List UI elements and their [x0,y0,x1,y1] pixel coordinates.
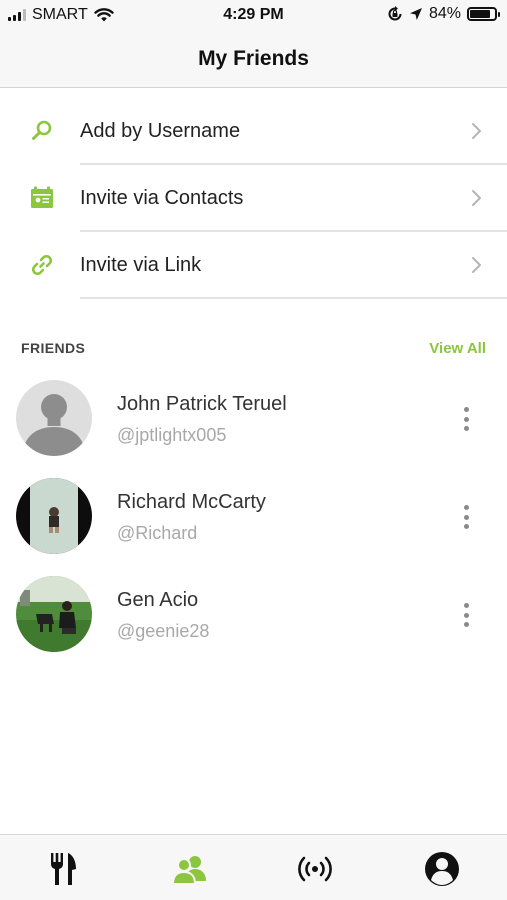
friend-name: John Patrick Teruel [117,393,287,415]
status-right: 84% [387,5,500,23]
friend-row[interactable]: John Patrick Teruel @jptlightx005 [0,380,507,478]
invite-via-link-row[interactable]: Invite via Link [0,232,507,299]
friend-name: Richard McCarty [117,491,266,513]
friend-row[interactable]: Richard McCarty @Richard [0,478,507,576]
friend-handle: @Richard [117,523,198,543]
friend-name: Gen Acio [117,589,199,611]
battery-icon [467,7,500,21]
view-all-link[interactable]: View All [429,340,486,357]
more-options-icon[interactable] [462,505,470,529]
photo-avatar-image [16,576,92,652]
invite-via-contacts-row[interactable]: Invite via Contacts [0,165,507,232]
chevron-right-icon [472,123,481,139]
link-icon [31,254,53,276]
add-by-username-label: Add by Username [80,120,241,142]
chevron-right-icon [472,190,481,206]
section-title: FRIENDS [21,340,86,356]
search-icon [32,120,52,140]
avatar[interactable] [16,478,92,554]
invite-via-link-label: Invite via Link [80,254,202,276]
friend-handle: @jptlightx005 [117,425,227,445]
battery-fill [470,10,491,18]
chevron-right-icon [472,257,481,273]
nav-header: My Friends [0,30,507,88]
friend-handle: @geenie28 [117,621,210,641]
status-bar: SMART 4:29 PM 84% [0,0,507,30]
tab-bar [0,834,507,900]
avatar[interactable] [16,380,92,456]
invite-actions: Add by Username Invite via Contacts Invi… [0,98,507,299]
contacts-icon [31,186,53,208]
more-options-icon[interactable] [462,407,470,431]
avatar[interactable] [16,576,92,652]
orientation-lock-icon [388,6,402,21]
invite-via-contacts-label: Invite via Contacts [80,187,244,209]
photo-avatar-image [16,478,92,554]
more-options-icon[interactable] [462,603,470,627]
fork-knife-icon[interactable] [46,851,82,887]
add-by-username-row[interactable]: Add by Username [0,98,507,165]
location-arrow-icon [409,8,422,20]
default-avatar-icon [16,380,92,456]
page-title: My Friends [198,46,309,70]
friend-row[interactable]: Gen Acio @geenie28 [0,576,507,674]
broadcast-icon[interactable] [297,851,333,887]
divider [80,297,507,299]
profile-icon[interactable] [424,851,460,887]
friends-icon[interactable] [172,851,208,887]
friends-section-header: FRIENDS View All [0,340,507,362]
battery-percent: 84% [428,5,461,22]
